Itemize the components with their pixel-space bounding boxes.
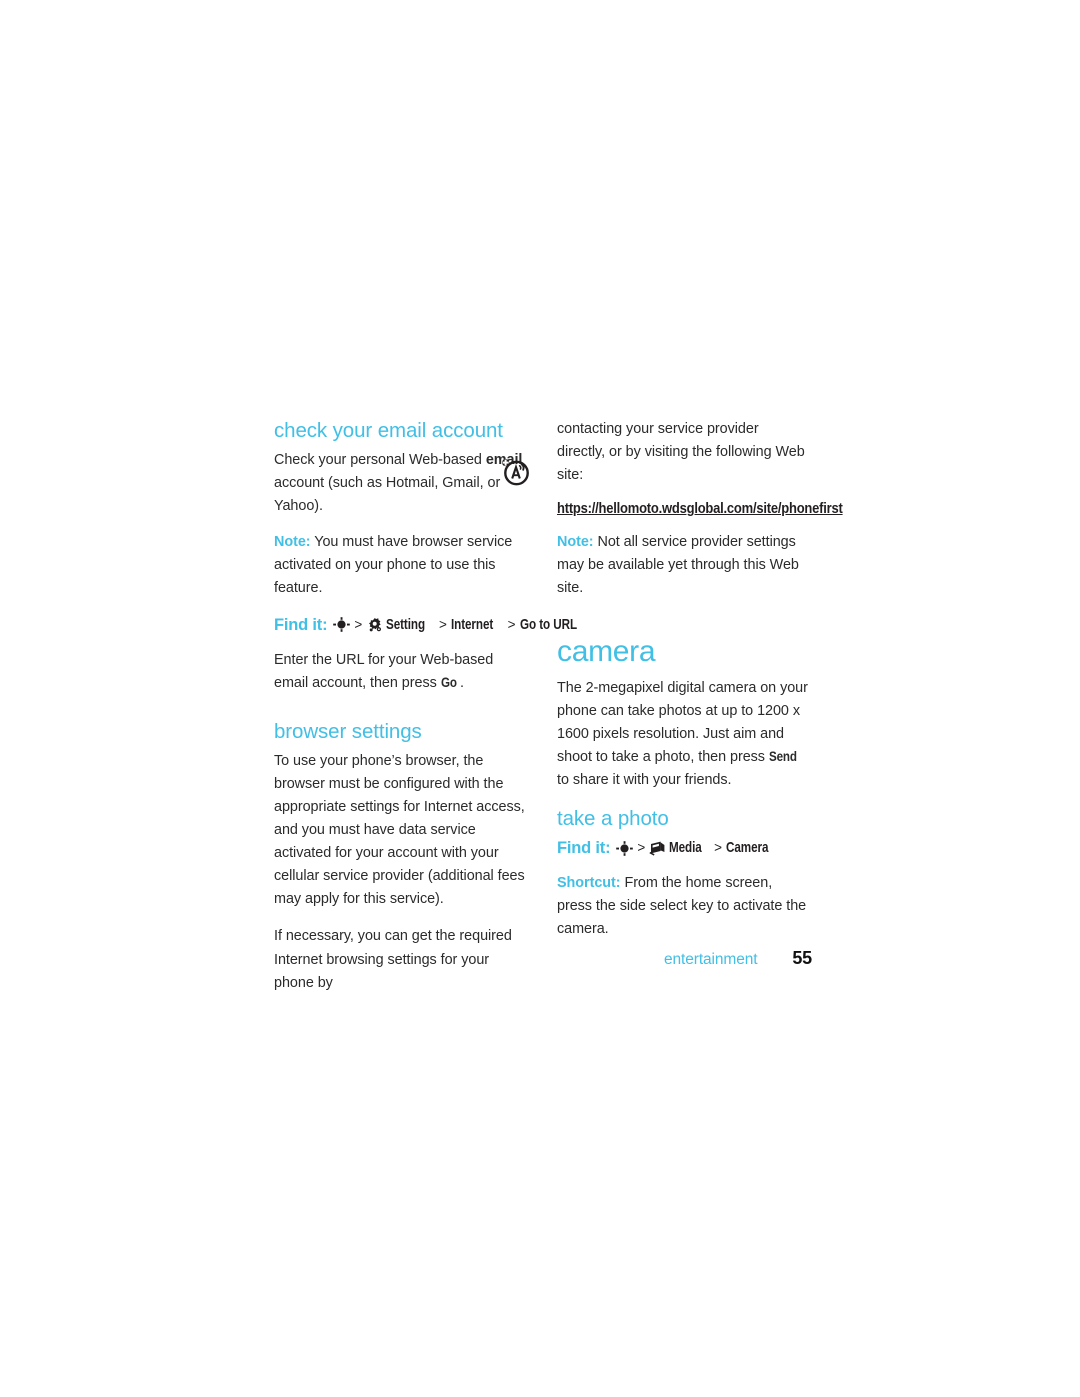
media-icon <box>649 840 666 856</box>
note-label: Note: <box>274 534 311 551</box>
note-browser-service: Note: You must have browser service acti… <box>274 531 527 600</box>
menu-item-camera: Camera <box>726 840 769 857</box>
note-provider-settings: Note: Not all service provider settings … <box>557 531 810 600</box>
page-footer: entertainment 55 <box>664 948 812 969</box>
navigation-key-icon <box>616 840 634 856</box>
heading-check-your-email-account: check your email account <box>274 419 503 442</box>
paragraph-enter-url: Enter the URL for your Web-based email a… <box>274 649 527 695</box>
right-column: contacting your service provider directl… <box>557 418 843 955</box>
left-column: check your email account Check your pers… <box>274 418 577 1009</box>
heading-browser-settings: browser settings <box>274 719 422 743</box>
menu-separator-2: > <box>714 840 723 856</box>
find-it-camera: Find it: > Media > Camera <box>557 837 810 859</box>
key-send: Send <box>768 748 797 765</box>
footer-section-name: entertainment <box>664 951 758 968</box>
footer-page-number: 55 <box>792 948 812 968</box>
menu-item-media: Media <box>669 840 702 857</box>
paragraph-camera-description: The 2-megapixel digital camera on your p… <box>557 677 810 792</box>
menu-separator-3: > <box>507 616 516 632</box>
paragraph-browser-required: If necessary, you can get the required I… <box>274 928 512 991</box>
browser-access-icon <box>498 454 532 488</box>
note-browser-text: You must have browser service activated … <box>274 534 513 597</box>
heading-take-a-photo: take a photo <box>557 807 669 831</box>
para-enter-after: . <box>460 674 464 691</box>
menu-separator-1: > <box>354 616 363 632</box>
shortcut-camera: Shortcut: From the home screen, press th… <box>557 872 810 941</box>
find-it-label: Find it: <box>557 839 611 858</box>
menu-item-setting: Setting <box>386 616 426 633</box>
para-check-before: Check your personal Web-based <box>274 452 486 468</box>
settings-gear-icon <box>366 617 383 633</box>
paragraph-contacting-provider: contacting your service provider directl… <box>557 421 805 484</box>
para-camera-after: to share it with your friends. <box>557 771 732 788</box>
find-it-go-to-url: Find it: > Setting > Internet > Go to UR… <box>274 614 577 636</box>
key-go: Go <box>440 674 457 691</box>
paragraph-browser-config: To use your phone’s browser, the browser… <box>274 752 525 908</box>
find-it-label: Find it: <box>274 615 328 634</box>
heading-camera: camera <box>557 634 656 668</box>
note-settings-text: Not all service provider settings may be… <box>557 534 799 597</box>
paragraph-check-email: Check your personal Web-based email acco… <box>274 449 527 518</box>
manual-page: check your email account Check your pers… <box>0 0 1080 1397</box>
navigation-key-icon <box>333 617 351 632</box>
menu-item-internet: Internet <box>450 616 494 633</box>
menu-separator-2: > <box>439 616 447 632</box>
menu-separator-1: > <box>637 840 646 856</box>
shortcut-label: Shortcut: <box>557 875 621 892</box>
para-check-after: account (such as Hotmail, Gmail, or Yaho… <box>274 475 501 515</box>
web-site-link[interactable]: https://hellomoto.wdsglobal.com/site/pho… <box>557 500 843 517</box>
note-label: Note: <box>557 534 594 551</box>
